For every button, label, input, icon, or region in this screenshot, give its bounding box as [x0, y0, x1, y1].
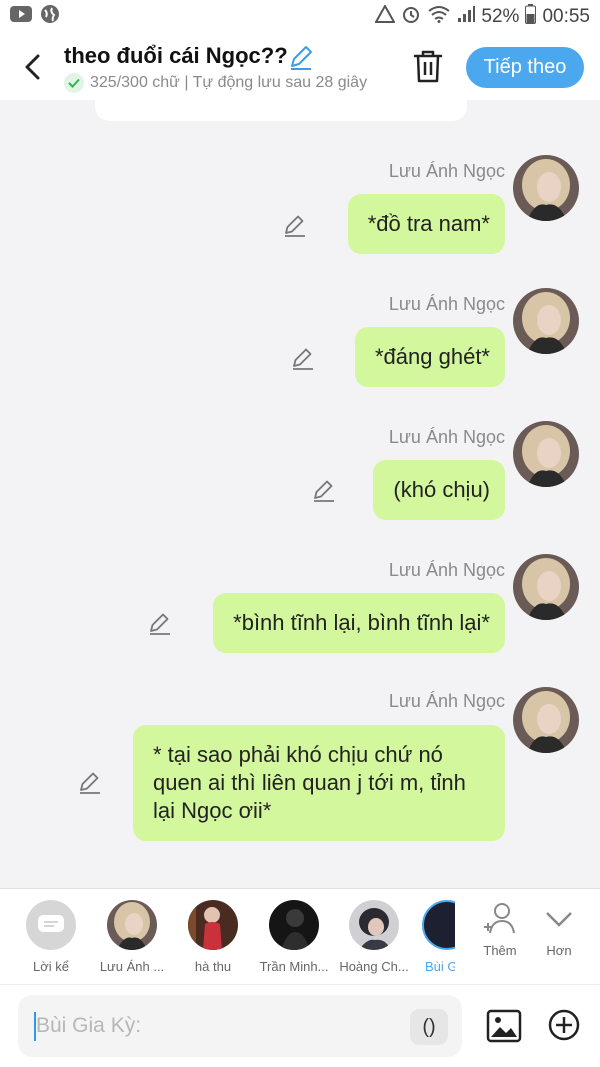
character-label: hà thu [194, 959, 232, 974]
sender-name: Lưu Ánh Ngọc [388, 161, 505, 181]
pencil-icon [293, 348, 313, 370]
message-bubble[interactable]: *đáng ghét* [355, 327, 505, 387]
character-luu-anh-ngoc[interactable]: Lưu Ánh ... [92, 900, 172, 974]
message-text-line: quen ai thì liên quan j tới m, tỉnh [153, 770, 466, 795]
sender-name: Lưu Ánh Ngọc [388, 691, 505, 711]
delete-button[interactable] [412, 50, 444, 89]
sender-name: Lưu Ánh Ngọc [388, 294, 505, 314]
story-title[interactable]: theo đuổi cái Ngọc?? [64, 43, 288, 69]
clock: 00:55 [542, 6, 590, 27]
pencil-icon [285, 215, 305, 237]
message-text-line: lại Ngọc ơii* [153, 798, 272, 823]
youtube-icon [10, 6, 32, 28]
parenthesis-button[interactable]: () [410, 1009, 448, 1045]
pencil-icon [150, 613, 170, 635]
battery-icon [525, 4, 537, 30]
add-button[interactable] [548, 1009, 580, 1046]
character-ha-thu[interactable]: hà thu [173, 900, 253, 974]
message-text: *đồ tra nam* [367, 211, 490, 236]
avatar [349, 900, 399, 950]
character-label: Bùi G [425, 959, 455, 974]
composer-bar: Bùi Gia Kỳ: () [0, 984, 600, 1067]
character-label: Hoàng Ch... [339, 959, 409, 974]
sender-name: Lưu Ánh Ngọc [388, 427, 505, 447]
signal-icon [457, 5, 476, 29]
more-label: Hơn [546, 943, 572, 958]
message-bubble[interactable]: (khó chịu) [373, 460, 505, 520]
input-placeholder: Bùi Gia Kỳ: [36, 1014, 142, 1037]
battery-percent: 52% [481, 6, 520, 27]
word-count-text: 325/300 chữ | Tự động lưu sau 28 giây [90, 74, 368, 91]
character-hoang-ch[interactable]: Hoàng Ch... [334, 900, 414, 974]
narration-icon [26, 900, 76, 950]
edit-message-button[interactable] [148, 611, 172, 635]
pencil-icon [291, 46, 312, 70]
avatar[interactable] [513, 554, 579, 620]
character-bar: Lời kể Lưu Ánh ... hà thu Trần Minh... H… [0, 888, 600, 984]
message-text-line: * tại sao phải khó chịu chứ nó [153, 742, 443, 767]
message-text: *đáng ghét* [375, 344, 490, 369]
alarm-icon [401, 4, 421, 30]
edit-title-button[interactable] [288, 44, 314, 75]
avatar[interactable] [513, 421, 579, 487]
avatar [269, 900, 319, 950]
add-character-button[interactable]: Thêm [470, 901, 530, 958]
avatar[interactable] [513, 288, 579, 354]
edit-message-button[interactable] [283, 213, 307, 237]
add-label: Thêm [483, 943, 517, 958]
avatar [188, 900, 238, 950]
edit-message-button[interactable] [78, 770, 102, 794]
character-narrator[interactable]: Lời kể [11, 900, 91, 974]
pencil-icon [314, 480, 334, 502]
message-bubble[interactable]: * tại sao phải khó chịu chứ nó quen ai t… [133, 725, 505, 841]
pencil-icon [80, 772, 100, 794]
edit-message-button[interactable] [291, 346, 315, 370]
next-button[interactable]: Tiếp theo [466, 47, 584, 88]
avatar [422, 900, 455, 950]
word-count-status: 325/300 chữ | Tự động lưu sau 28 giây [64, 73, 392, 93]
plus-circle-icon [548, 1009, 580, 1041]
character-label: Lời kể [33, 959, 69, 974]
add-user-icon [484, 903, 515, 934]
sender-name: Lưu Ánh Ngọc [388, 560, 505, 580]
globe-icon [40, 4, 60, 30]
image-icon [486, 1009, 522, 1043]
message-text: (khó chịu) [393, 477, 490, 502]
character-label: Lưu Ánh ... [99, 959, 165, 974]
header: theo đuổi cái Ngọc?? 325/300 chữ | Tự độ… [0, 34, 600, 100]
wifi-icon [427, 5, 451, 29]
message-input[interactable]: Bùi Gia Kỳ: () [18, 995, 462, 1057]
message-bubble[interactable]: *đồ tra nam* [347, 194, 505, 254]
back-button[interactable] [18, 50, 48, 84]
message-bubble[interactable]: *bình tĩnh lại, bình tĩnh lại* [213, 593, 505, 653]
avatar[interactable] [513, 155, 579, 221]
trash-icon [413, 50, 443, 83]
check-icon [64, 73, 84, 93]
status-bar: 52% 00:55 [0, 0, 600, 34]
more-button[interactable]: Hơn [529, 901, 589, 958]
character-label: Trần Minh... [259, 959, 329, 974]
message-text: *bình tĩnh lại, bình tĩnh lại* [233, 610, 490, 635]
edit-message-button[interactable] [312, 478, 336, 502]
chevron-down-icon [546, 912, 572, 927]
insert-image-button[interactable] [486, 1009, 522, 1048]
chevron-left-icon [25, 54, 40, 80]
avatar[interactable] [513, 687, 579, 753]
recycle-icon [374, 3, 397, 29]
character-tran-minh[interactable]: Trần Minh... [254, 900, 334, 974]
character-bui-gia-ky-selected[interactable]: Bùi G [415, 900, 455, 974]
previous-message-bubble[interactable] [95, 92, 467, 121]
avatar [107, 900, 157, 950]
